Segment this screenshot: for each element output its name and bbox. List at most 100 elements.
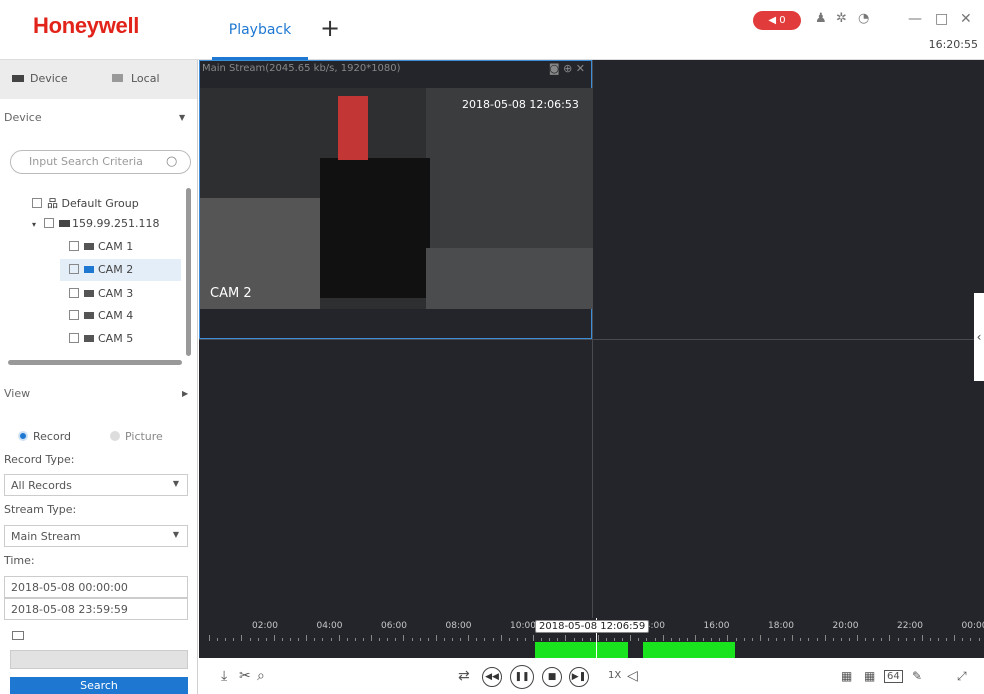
timeline-tick <box>419 638 421 641</box>
time-end-input[interactable]: 2018-05-08 23:59:59 <box>4 598 188 620</box>
chevron-down-icon[interactable]: ▼ <box>179 113 185 122</box>
clock: 16:20:55 <box>928 38 978 51</box>
timeline-tick <box>500 635 502 641</box>
expand-icon[interactable]: ▾ <box>32 220 36 229</box>
card-icon[interactable] <box>12 631 24 640</box>
pause-button[interactable]: ❚❚ <box>510 665 534 689</box>
search-image-icon[interactable]: ⌕ <box>257 668 265 684</box>
mute-icon[interactable]: ◁ <box>627 668 638 684</box>
alarm-icon: ◀ <box>768 15 777 26</box>
tree-cam[interactable]: CAM 4 <box>69 309 133 322</box>
timeline-tick <box>346 638 348 641</box>
close-icon[interactable]: ✕ <box>576 62 585 75</box>
tree-device[interactable]: ▾ 159.99.251.118 <box>32 217 160 230</box>
add-tab-button[interactable]: + <box>320 16 340 40</box>
checkbox[interactable] <box>32 198 42 208</box>
record-type-select[interactable]: All Records ▼ <box>4 474 188 496</box>
timeline-tick <box>273 635 275 641</box>
video-grid[interactable]: Main Stream(2045.65 kb/s, 1920*1080) ◙ ⊕… <box>199 60 984 618</box>
alarm-badge[interactable]: ◀ 0 <box>753 11 801 30</box>
speed-label[interactable]: 1X <box>608 670 621 681</box>
timeline-tick <box>767 638 769 641</box>
timeline[interactable]: 02:0004:0006:0008:0010:0012:0014:0016:00… <box>199 618 984 658</box>
grid-divider-horizontal <box>199 339 984 340</box>
cell-toolbar: ◙ ⊕ ✕ <box>549 62 585 75</box>
checkbox[interactable] <box>69 264 79 274</box>
clip-icon[interactable]: ✂ <box>239 668 251 684</box>
collapse-panel-icon[interactable]: ‹ <box>974 293 984 381</box>
timeline-tick <box>784 638 786 641</box>
checkbox[interactable] <box>69 288 79 298</box>
layout-4-icon[interactable]: ▦ <box>841 669 852 683</box>
extra-input[interactable] <box>10 650 188 669</box>
playback-controls: ⤓ ✂ ⌕ ⇄ ◀◀ ❚❚ ■ ▶❚ 1X ◁ ▦ ▦ 64 ✎ ⤢ <box>199 658 984 694</box>
tree-cam[interactable]: CAM 5 <box>69 332 133 345</box>
timeline-tick <box>881 638 883 641</box>
timeline-tick <box>581 638 583 641</box>
tree-cam[interactable]: CAM 1 <box>69 240 133 253</box>
next-frame-button[interactable]: ▶❚ <box>569 667 589 687</box>
search-button[interactable]: Search <box>10 677 188 694</box>
timeline-label: 20:00 <box>832 621 859 631</box>
tab-playback[interactable]: Playback <box>212 10 308 60</box>
checkbox[interactable] <box>69 310 79 320</box>
camera-icon <box>84 312 94 319</box>
view-section-header[interactable]: View <box>4 387 30 400</box>
timeline-tick <box>281 638 283 641</box>
layout-64-icon[interactable]: 64 <box>884 670 903 683</box>
sync-icon[interactable]: ⇄ <box>458 668 470 684</box>
time-start-input[interactable]: 2018-05-08 00:00:00 <box>4 576 188 598</box>
tree-scrollbar-vertical[interactable] <box>186 188 191 356</box>
timeline-tick <box>589 638 591 641</box>
tree-group[interactable]: 品 Default Group <box>32 195 139 211</box>
tree-cam-selected[interactable]: CAM 2 <box>69 263 133 276</box>
timeline-tick <box>597 635 599 641</box>
radio-record[interactable]: Record <box>18 430 71 443</box>
device-section-header[interactable]: Device <box>4 111 42 124</box>
tree-cam[interactable]: CAM 3 <box>69 287 133 300</box>
search-icon[interactable]: ○ <box>166 154 177 169</box>
minimize-button[interactable]: — <box>908 11 922 27</box>
tree-scrollbar-horizontal[interactable] <box>8 360 182 365</box>
timeline-tick <box>265 638 267 641</box>
layout-9-icon[interactable]: ▦ <box>864 669 875 683</box>
tab-device[interactable]: Device <box>12 72 68 85</box>
edit-icon[interactable]: ✎ <box>912 669 922 683</box>
record-segment[interactable] <box>535 642 628 658</box>
download-icon[interactable]: ⤓ <box>221 668 227 684</box>
video-cell-cam2[interactable]: Main Stream(2045.65 kb/s, 1920*1080) ◙ ⊕… <box>199 60 593 339</box>
maximize-button[interactable]: □ <box>935 11 948 27</box>
checkbox[interactable] <box>69 333 79 343</box>
zoom-icon[interactable]: ⊕ <box>563 62 572 75</box>
performance-icon[interactable]: ◔ <box>858 11 869 26</box>
checkbox[interactable] <box>69 241 79 251</box>
gear-icon[interactable]: ✲ <box>836 11 847 26</box>
timeline-tick <box>978 638 980 641</box>
timeline-tick <box>217 638 219 641</box>
timeline-cursor-label: 2018-05-08 12:06:59 <box>535 620 650 633</box>
rewind-button[interactable]: ◀◀ <box>482 667 502 687</box>
timeline-tick <box>354 638 356 641</box>
checkbox[interactable] <box>44 218 55 228</box>
stop-button[interactable]: ■ <box>542 667 562 687</box>
device-icon <box>59 220 71 227</box>
camera-icon <box>84 243 94 250</box>
timeline-tick <box>516 638 518 641</box>
radio-picture[interactable]: Picture <box>110 430 163 443</box>
tab-local[interactable]: Local <box>112 72 160 85</box>
timeline-tick <box>209 635 210 641</box>
record-segment[interactable] <box>643 642 735 658</box>
timeline-tick <box>411 638 413 641</box>
stream-type-select[interactable]: Main Stream ▼ <box>4 525 188 547</box>
stream-info: Main Stream(2045.65 kb/s, 1920*1080) <box>202 63 401 74</box>
user-icon[interactable]: ♟ <box>815 11 827 26</box>
timeline-tick <box>452 638 453 641</box>
close-button[interactable]: ✕ <box>960 11 972 27</box>
fullscreen-icon[interactable]: ⤢ <box>957 669 967 684</box>
timeline-tick <box>290 638 291 641</box>
camera-snapshot-icon[interactable]: ◙ <box>549 62 560 75</box>
timeline-tick <box>314 638 316 641</box>
time-label: Time: <box>4 554 35 567</box>
chevron-right-icon[interactable]: ▶ <box>182 389 188 398</box>
search-input[interactable]: Input Search Criteria <box>10 150 191 174</box>
